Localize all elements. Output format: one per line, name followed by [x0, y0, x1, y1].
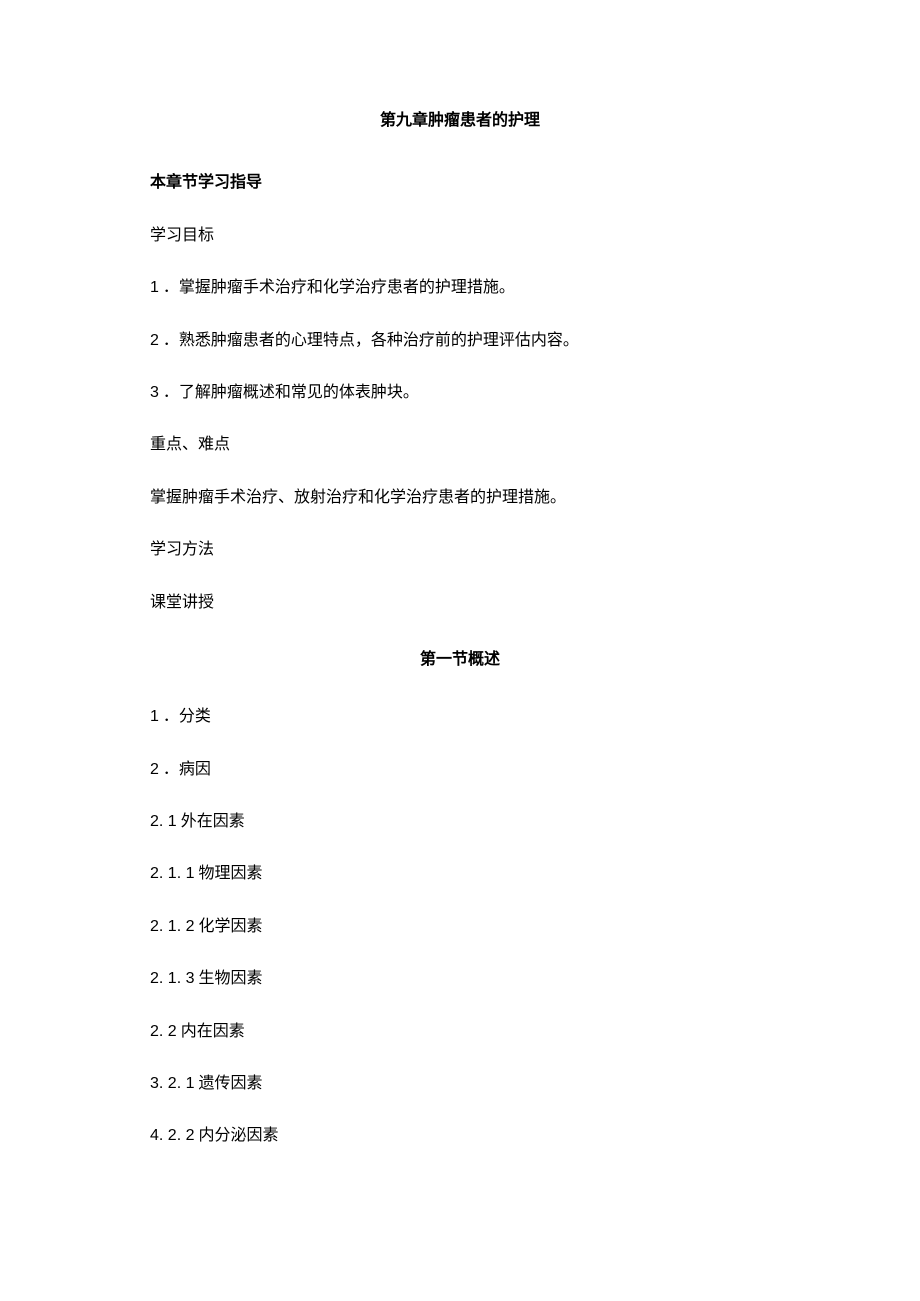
- outline-text: 遗传因素: [198, 1075, 262, 1092]
- objective-item: 1 ．掌握肿瘤手术治疗和化学治疗患者的护理措施。: [150, 277, 770, 299]
- outline-text: 内在因素: [181, 1023, 245, 1040]
- objective-text: 了解肿瘤概述和常见的体表肿块。: [179, 384, 419, 401]
- guide-heading: 本章节学习指导: [150, 172, 770, 194]
- outline-item: 2. 2 内在因素: [150, 1021, 770, 1043]
- outline-num: 2. 1: [150, 813, 177, 830]
- outline-item: 4. 2. 2 内分泌因素: [150, 1125, 770, 1147]
- outline-sep: ．: [159, 761, 179, 778]
- key-points-heading: 重点、难点: [150, 434, 770, 456]
- outline-num: 4. 2. 2: [150, 1127, 194, 1144]
- outline-num: 2. 2: [150, 1023, 177, 1040]
- outline-text: 分类: [179, 708, 211, 725]
- outline-text: 病因: [179, 761, 211, 778]
- objective-item: 2 ．熟悉肿瘤患者的心理特点，各种治疗前的护理评估内容。: [150, 330, 770, 352]
- outline-num: 2: [150, 761, 159, 778]
- objective-sep: ．: [159, 279, 179, 296]
- outline-item: 3. 2. 1 遗传因素: [150, 1073, 770, 1095]
- outline-item: 2 ．病因: [150, 759, 770, 781]
- method-heading: 学习方法: [150, 539, 770, 561]
- outline-text: 化学因素: [198, 918, 262, 935]
- objective-text: 熟悉肿瘤患者的心理特点，各种治疗前的护理评估内容。: [179, 332, 579, 349]
- outline-num: 3. 2. 1: [150, 1075, 194, 1092]
- outline-num: 2. 1. 3: [150, 970, 194, 987]
- document-page: 第九章肿瘤患者的护理 本章节学习指导 学习目标 1 ．掌握肿瘤手术治疗和化学治疗…: [0, 0, 920, 1148]
- objective-sep: ．: [159, 332, 179, 349]
- key-points-text: 掌握肿瘤手术治疗、放射治疗和化学治疗患者的护理措施。: [150, 487, 770, 509]
- method-text: 课堂讲授: [150, 592, 770, 614]
- objective-text: 掌握肿瘤手术治疗和化学治疗患者的护理措施。: [179, 279, 515, 296]
- objective-item: 3 ．了解肿瘤概述和常见的体表肿块。: [150, 382, 770, 404]
- objective-num: 3: [150, 384, 159, 401]
- outline-item: 1 ．分类: [150, 706, 770, 728]
- outline-num: 1: [150, 708, 159, 725]
- objective-sep: ．: [159, 384, 179, 401]
- outline-num: 2. 1. 2: [150, 918, 194, 935]
- outline-text: 外在因素: [181, 813, 245, 830]
- outline-item: 2. 1. 1 物理因素: [150, 863, 770, 885]
- chapter-title: 第九章肿瘤患者的护理: [150, 110, 770, 132]
- outline-sep: ．: [159, 708, 179, 725]
- outline-text: 生物因素: [198, 970, 262, 987]
- objective-num: 2: [150, 332, 159, 349]
- outline-text: 内分泌因素: [198, 1127, 278, 1144]
- objectives-heading: 学习目标: [150, 225, 770, 247]
- outline-num: 2. 1. 1: [150, 865, 194, 882]
- section-title: 第一节概述: [150, 649, 770, 671]
- objective-num: 1: [150, 279, 159, 296]
- outline-item: 2. 1. 2 化学因素: [150, 916, 770, 938]
- outline-item: 2. 1 外在因素: [150, 811, 770, 833]
- outline-text: 物理因素: [198, 865, 262, 882]
- outline-item: 2. 1. 3 生物因素: [150, 968, 770, 990]
